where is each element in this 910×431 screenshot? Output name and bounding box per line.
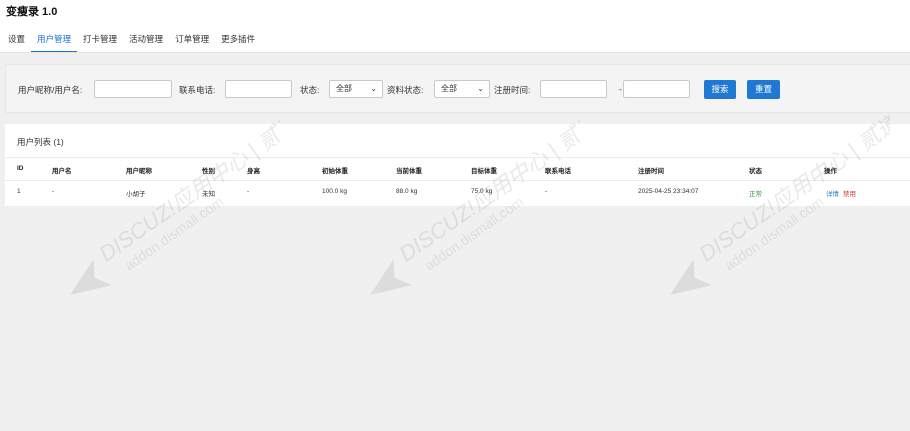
table-header-row: ID 用户名 用户昵称 性别 身高 初始体重 当前体重 目标体重 联系电话 注册… [5, 157, 910, 181]
register-time-start-input[interactable] [540, 80, 607, 98]
reset-button[interactable]: 重置 [747, 80, 780, 99]
watermark-logo-icon [70, 258, 112, 295]
column-header-register-time: 注册时间 [638, 168, 664, 175]
column-header-actions: 操作 [824, 168, 837, 175]
top-bar: 变瘦录 1.0 设置 用户管理 打卡管理 活动管理 订单管理 更多插件 [0, 0, 910, 53]
status-filter-label: 状态: [300, 85, 320, 95]
column-header-nickname: 用户昵称 [126, 168, 152, 175]
user-list-panel: 用户列表 (1) ID 用户名 用户昵称 性别 身高 初始体重 当前体重 目标体… [5, 124, 910, 206]
cell-phone: - [545, 188, 548, 195]
cell-username: - [52, 188, 55, 195]
column-header-gender: 性别 [202, 168, 215, 175]
cell-id: 1 [17, 188, 21, 195]
column-header-username: 用户名 [52, 168, 72, 175]
tab-checkin-management[interactable]: 打卡管理 [77, 32, 123, 51]
phone-filter-input[interactable] [225, 80, 292, 98]
cell-current-weight: 88.0 kg [396, 188, 418, 195]
status-select-value: 全部 [336, 84, 352, 93]
column-header-height: 身高 [247, 168, 260, 175]
range-separator: - [619, 84, 622, 94]
profile-status-filter-label: 资料状态: [387, 85, 424, 95]
user-list-title: 用户列表 (1) [17, 137, 64, 147]
cell-target-weight: 75.0 kg [471, 188, 493, 195]
search-button[interactable]: 搜索 [704, 80, 736, 99]
register-time-filter-label: 注册时间: [494, 85, 531, 95]
watermark-logo-icon [370, 258, 412, 295]
column-header-phone: 联系电话 [545, 168, 571, 175]
column-header-initial-weight: 初始体重 [322, 168, 348, 175]
status-select[interactable]: 全部 ⌄ [329, 80, 383, 98]
table-row: 1 - 小胡子 未知 - 100.0 kg 88.0 kg 75.0 kg - … [5, 181, 910, 205]
chevron-down-icon: ⌄ [477, 84, 484, 93]
cell-height: - [247, 188, 250, 195]
profile-status-select[interactable]: 全部 ⌄ [434, 80, 490, 98]
nickname-filter-label: 用户昵称/用户名: [18, 85, 83, 95]
phone-filter-label: 联系电话: [179, 85, 216, 95]
tab-order-management[interactable]: 订单管理 [169, 32, 215, 51]
detail-link[interactable]: 详情 [826, 191, 839, 198]
cell-nickname: 小胡子 [126, 191, 146, 198]
nickname-filter-input[interactable] [94, 80, 172, 98]
register-time-end-input[interactable] [623, 80, 690, 98]
profile-status-select-value: 全部 [441, 84, 457, 93]
cell-gender: 未知 [202, 191, 215, 198]
ban-link[interactable]: 禁用 [843, 191, 856, 198]
column-header-id: ID [17, 165, 24, 172]
column-header-current-weight: 当前体重 [396, 168, 422, 175]
column-header-status: 状态 [749, 168, 762, 175]
filter-panel: 用户昵称/用户名: 联系电话: 状态: 全部 ⌄ 资料状态: 全部 ⌄ 注册时间… [5, 64, 910, 113]
chevron-down-icon: ⌄ [370, 84, 377, 93]
watermark-logo-icon [670, 258, 712, 295]
cell-register-time: 2025-04-25 23:34:07 [638, 188, 699, 195]
app-title: 变瘦录 1.0 [6, 6, 58, 18]
tab-settings[interactable]: 设置 [0, 32, 31, 51]
tab-more-plugins[interactable]: 更多插件 [215, 32, 261, 51]
tab-user-management[interactable]: 用户管理 [31, 32, 78, 52]
column-header-target-weight: 目标体重 [471, 168, 497, 175]
cell-actions: 详情 禁用 [826, 188, 856, 198]
cell-initial-weight: 100.0 kg [322, 188, 347, 195]
tab-activity-management[interactable]: 活动管理 [123, 32, 169, 51]
nav-tabs: 设置 用户管理 打卡管理 活动管理 订单管理 更多插件 [0, 32, 261, 52]
status-badge: 正常 [749, 191, 762, 198]
